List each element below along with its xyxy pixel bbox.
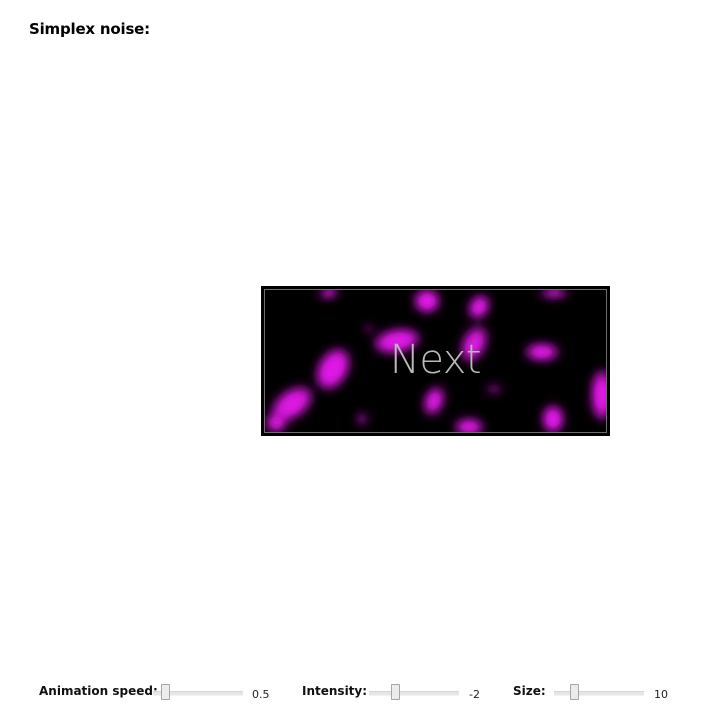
slider-thumb[interactable] (161, 684, 170, 700)
intensity-value: -2 (469, 688, 480, 701)
slider-track (554, 691, 644, 696)
slider-track (369, 691, 459, 696)
size-slider[interactable] (554, 683, 644, 703)
simplex-noise-canvas (264, 289, 607, 433)
next-button[interactable]: Next (261, 286, 610, 436)
noise-blob-core (547, 411, 559, 427)
noise-blob-core (596, 381, 607, 409)
noise-blob-core (358, 415, 366, 423)
noise-blob-core (546, 290, 562, 296)
slider-thumb[interactable] (391, 684, 400, 700)
noise-blob-core (461, 422, 477, 432)
noise-blob-core (489, 386, 499, 392)
noise-blob-core (533, 347, 551, 357)
intensity-slider[interactable] (369, 683, 459, 703)
size-value: 10 (654, 688, 668, 701)
size-label: Size: (513, 684, 546, 698)
noise-blob-core (420, 294, 434, 308)
noise-blob-core (270, 418, 282, 428)
animation-speed-slider[interactable] (153, 683, 243, 703)
animation-speed-label: Animation speed: (39, 684, 158, 698)
animation-speed-value: 0.5 (252, 688, 270, 701)
intensity-label: Intensity: (302, 684, 368, 698)
slider-thumb[interactable] (570, 684, 579, 700)
noise-blob-core (366, 326, 372, 332)
page-title: Simplex noise: (29, 20, 150, 38)
